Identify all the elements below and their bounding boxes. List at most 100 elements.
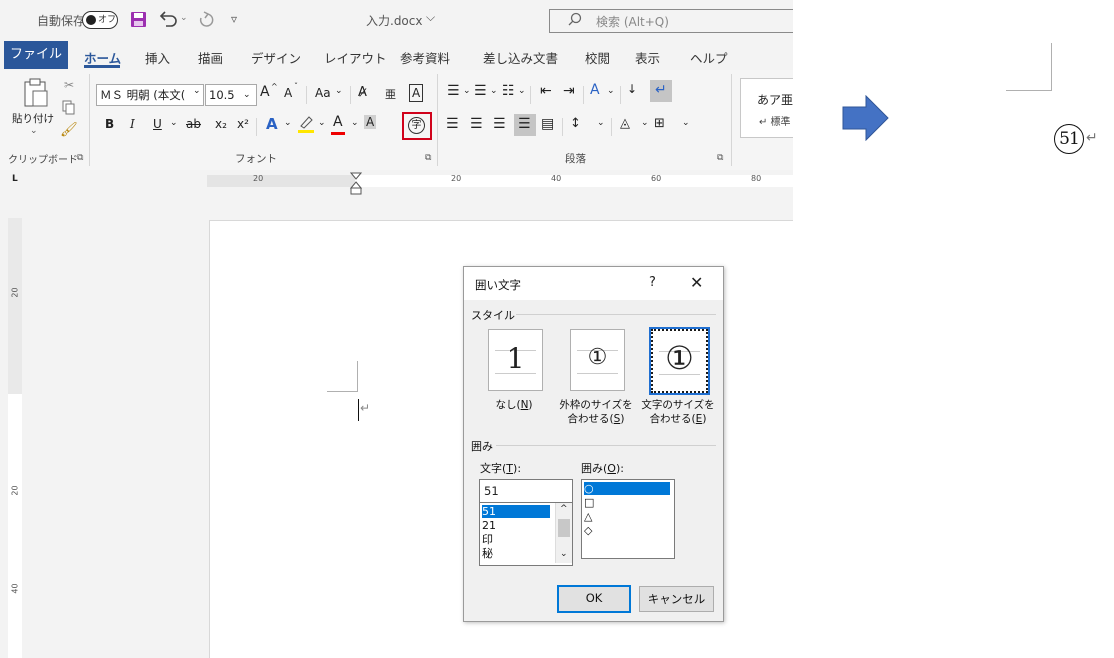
multilevel-list-icon[interactable]: ☷ <box>502 83 515 99</box>
clear-format-icon[interactable]: A̷ <box>358 85 367 100</box>
font-dialog-launcher-icon[interactable]: ⧉ <box>425 153 431 163</box>
tab-layout[interactable]: レイアウト <box>324 48 387 67</box>
highlight-color-icon[interactable] <box>297 114 315 134</box>
list-item[interactable]: 印 <box>482 533 493 546</box>
autosave-toggle[interactable]: オフ <box>82 11 118 29</box>
style-none-caption[interactable]: なし(N) <box>474 398 554 412</box>
list-item[interactable]: 秘 <box>482 547 493 560</box>
tab-help[interactable]: ヘルプ <box>690 48 728 67</box>
show-marks-button[interactable]: ↵ <box>650 80 672 102</box>
save-icon[interactable] <box>130 11 147 28</box>
cut-icon[interactable]: ✂ <box>64 78 74 92</box>
grow-font-icon[interactable]: A <box>260 84 270 100</box>
style-shrink-caption[interactable]: 外枠のサイズを 合わせる(S) <box>556 398 636 426</box>
align-right-icon[interactable]: ☰ <box>493 116 506 132</box>
font-name-box[interactable]: ＭＳ 明朝 (本文( <box>96 84 204 106</box>
decrease-indent-icon[interactable]: ⇤ <box>540 83 552 99</box>
style-none-option[interactable]: 1 <box>488 329 543 391</box>
character-shading-icon[interactable]: A <box>364 115 377 129</box>
style-enlarge-symbol-option[interactable]: ① <box>649 327 710 395</box>
justify-button[interactable]: ☰ <box>514 114 536 136</box>
tab-references[interactable]: 参考資料 <box>400 48 450 67</box>
undo-icon[interactable] <box>158 10 178 28</box>
bullets-dropdown-icon[interactable]: ⌄ <box>463 86 471 96</box>
line-spacing-icon[interactable]: ↕ <box>570 116 581 131</box>
list-item[interactable]: △ <box>584 510 592 523</box>
scroll-down-icon[interactable]: ⌄ <box>560 549 568 559</box>
clipboard-dialog-launcher-icon[interactable]: ⧉ <box>77 153 83 163</box>
style-enlarge-caption[interactable]: 文字のサイズを 合わせる(E) <box>638 398 718 426</box>
character-border-icon[interactable]: A <box>409 84 424 102</box>
list-item[interactable]: 21 <box>482 519 496 532</box>
tab-review[interactable]: 校閲 <box>585 48 610 67</box>
cancel-button[interactable]: キャンセル <box>639 586 714 612</box>
change-case-button[interactable]: Aa <box>315 86 331 100</box>
enclose-characters-highlight[interactable]: 字 <box>402 112 432 140</box>
subscript-button[interactable]: x₂ <box>215 117 227 131</box>
tab-insert[interactable]: 挿入 <box>145 48 170 67</box>
text-effects-icon[interactable]: A <box>266 115 278 133</box>
ok-button[interactable]: OK <box>557 585 631 613</box>
bold-button[interactable]: B <box>105 117 114 131</box>
borders-dropdown-icon[interactable]: ⌄ <box>682 118 690 128</box>
text-listbox[interactable]: 51 21 印 秘 ^ ⌄ <box>479 502 573 566</box>
paste-label[interactable]: 貼り付け <box>12 111 54 126</box>
paragraph-dialog-launcher-icon[interactable]: ⧉ <box>717 153 723 163</box>
tab-design[interactable]: デザイン <box>251 48 301 67</box>
underline-dropdown-icon[interactable]: ⌄ <box>170 118 178 128</box>
strikethrough-button[interactable]: ab <box>186 117 201 131</box>
font-color-dropdown-icon[interactable]: ⌄ <box>351 118 359 128</box>
indent-marker-icon[interactable] <box>350 172 362 196</box>
change-case-dropdown-icon[interactable]: ⌄ <box>335 86 343 96</box>
shading-dropdown-icon[interactable]: ⌄ <box>641 118 649 128</box>
tab-selector[interactable]: L <box>12 174 18 184</box>
customize-qat-icon[interactable]: ▿ <box>231 12 237 26</box>
paste-icon[interactable] <box>22 78 50 108</box>
style-shrink-text-option[interactable]: ① <box>570 329 625 391</box>
phonetic-guide-icon[interactable]: 亜 <box>385 86 396 102</box>
text-input[interactable]: 51 <box>479 479 573 503</box>
title-chevron-icon[interactable]: ⌵ <box>426 10 435 25</box>
shading-icon[interactable]: ◬ <box>620 116 630 131</box>
style-gallery-normal[interactable]: あア亜 ↵ 標準 <box>740 78 793 138</box>
list-item[interactable]: □ <box>584 496 594 509</box>
paste-dropdown-icon[interactable]: ⌄ <box>30 126 38 136</box>
multilevel-dropdown-icon[interactable]: ⌄ <box>518 86 526 96</box>
help-button[interactable]: ? <box>649 275 656 290</box>
search-box[interactable]: 検索 (Alt+Q) <box>549 9 793 33</box>
listbox-scrollbar[interactable]: ^ ⌄ <box>555 503 572 563</box>
copy-icon[interactable] <box>62 100 76 116</box>
italic-button[interactable]: I <box>130 117 135 131</box>
font-name-dropdown-icon[interactable]: ⌄ <box>193 86 201 96</box>
shape-listbox[interactable]: ○ □ △ ◇ <box>581 479 675 559</box>
scroll-thumb[interactable] <box>558 519 570 537</box>
list-item[interactable]: ○ <box>584 482 670 495</box>
numbering-dropdown-icon[interactable]: ⌄ <box>490 86 498 96</box>
tab-mailings[interactable]: 差し込み文書 <box>483 48 558 67</box>
highlight-dropdown-icon[interactable]: ⌄ <box>318 118 326 128</box>
close-button[interactable]: ✕ <box>690 273 703 292</box>
borders-icon[interactable]: ⊞ <box>654 116 665 131</box>
redo-icon[interactable] <box>196 10 216 28</box>
text-effects-dropdown-icon[interactable]: ⌄ <box>284 118 292 128</box>
font-size-box[interactable]: 10.5 ⌄ <box>205 84 257 106</box>
distributed-icon[interactable]: ▤ <box>541 116 554 132</box>
list-item[interactable]: ◇ <box>584 524 592 537</box>
asian-layout-dropdown-icon[interactable]: ⌄ <box>607 86 615 96</box>
tab-view[interactable]: 表示 <box>635 48 660 67</box>
line-spacing-dropdown-icon[interactable]: ⌄ <box>597 118 605 128</box>
asian-layout-icon[interactable]: A <box>590 82 600 98</box>
undo-dropdown-icon[interactable]: ⌄ <box>180 13 188 23</box>
numbering-icon[interactable]: ☰ <box>474 83 487 99</box>
sort-icon[interactable]: ↓ <box>627 82 637 96</box>
font-color-icon[interactable]: A <box>333 114 343 130</box>
format-painter-icon[interactable]: 🖌 <box>60 122 78 138</box>
bullets-icon[interactable]: ☰ <box>447 83 460 99</box>
align-left-icon[interactable]: ☰ <box>446 116 459 132</box>
underline-button[interactable]: U <box>153 117 162 131</box>
list-item[interactable]: 51 <box>482 505 550 518</box>
shrink-font-icon[interactable]: A <box>284 86 292 100</box>
superscript-button[interactable]: x² <box>237 117 249 131</box>
increase-indent-icon[interactable]: ⇥ <box>563 83 575 99</box>
align-center-icon[interactable]: ☰ <box>470 116 483 132</box>
